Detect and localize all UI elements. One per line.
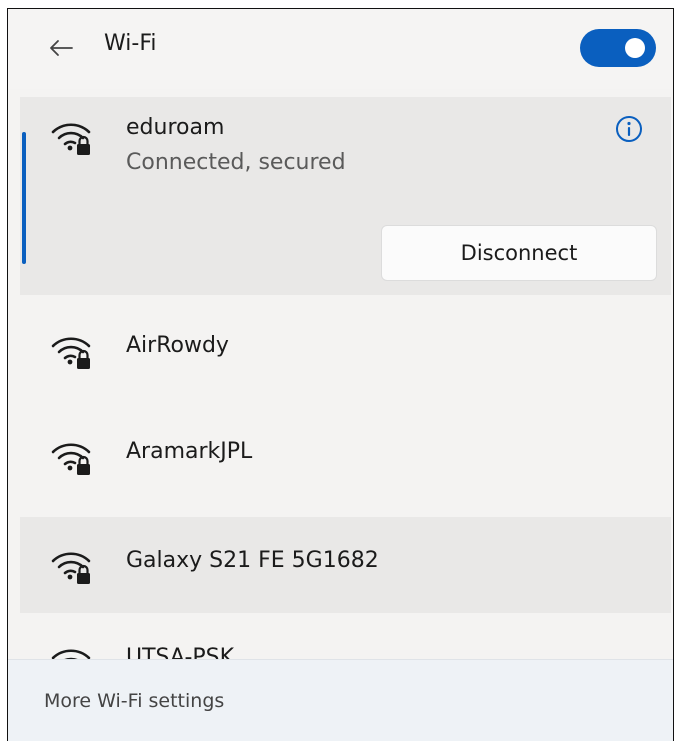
network-name: AirRowdy [126, 333, 229, 358]
selection-indicator [22, 132, 26, 264]
network-status: Connected, secured [126, 150, 346, 175]
disconnect-button[interactable]: Disconnect [381, 225, 657, 281]
network-name: eduroam [126, 115, 225, 140]
flyout-footer: More Wi-Fi settings [8, 659, 673, 741]
more-wifi-settings-link[interactable]: More Wi-Fi settings [44, 690, 224, 712]
network-item[interactable]: Galaxy S21 FE 5G1682 [20, 517, 671, 613]
wifi-lock-icon [50, 437, 92, 477]
wifi-lock-icon [50, 117, 92, 157]
network-name: AramarkJPL [126, 439, 253, 464]
network-item[interactable]: AirRowdy [20, 299, 671, 395]
wifi-lock-icon [50, 331, 92, 371]
page-title: Wi-Fi [104, 31, 157, 56]
back-arrow-icon[interactable] [46, 33, 76, 63]
network-name: Galaxy S21 FE 5G1682 [126, 548, 379, 573]
wifi-flyout: Wi-Fi eduroam Connected, secured Disconn… [7, 8, 674, 741]
network-item[interactable]: AramarkJPL [20, 405, 671, 501]
wifi-lock-icon [50, 546, 92, 586]
connected-network[interactable]: eduroam Connected, secured Disconnect [20, 97, 671, 295]
info-icon[interactable] [614, 114, 644, 144]
wifi-toggle[interactable] [580, 29, 656, 67]
toggle-knob [625, 38, 645, 58]
wifi-header: Wi-Fi [8, 9, 673, 89]
